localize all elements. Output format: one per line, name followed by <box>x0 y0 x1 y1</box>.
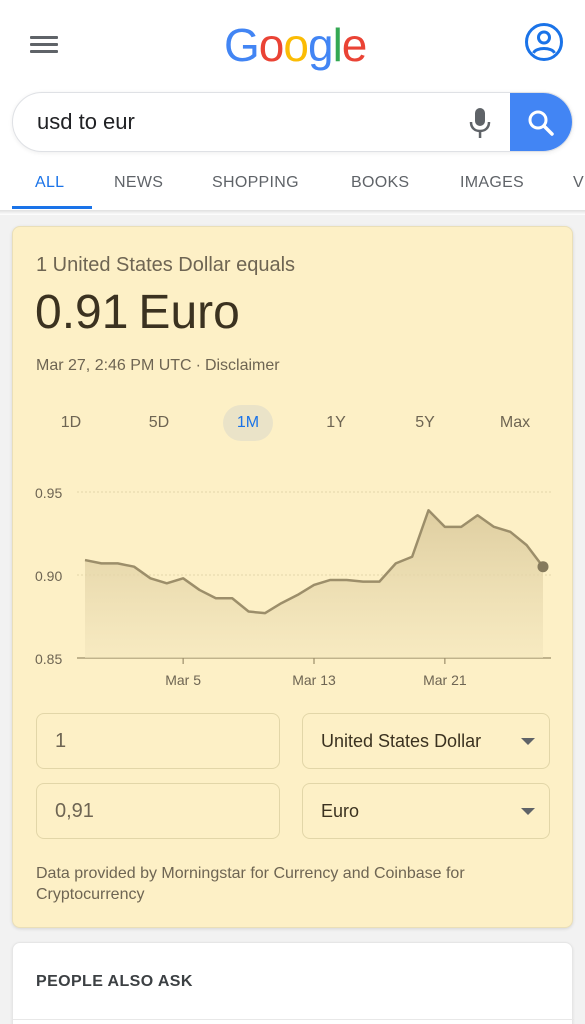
amount-from-input[interactable] <box>55 714 255 768</box>
search-button[interactable] <box>510 93 572 151</box>
conversion-result: 0.91 Euro <box>35 285 240 340</box>
logo-letter: o <box>283 19 309 71</box>
currency-to-select[interactable]: Euro <box>302 783 550 839</box>
range-max[interactable]: Max <box>491 405 539 441</box>
equals-text: 1 United States Dollar equals <box>36 254 296 276</box>
currency-converter-card: 1 United States Dollar equals 0.91 Euro M… <box>12 226 573 928</box>
tab-videos-partial[interactable]: V <box>573 174 584 192</box>
hamburger-menu-icon[interactable] <box>30 34 58 56</box>
x-tick-label: Mar 13 <box>292 672 336 688</box>
logo-letter: e <box>341 19 368 71</box>
result-currency: Euro <box>138 286 240 339</box>
search-icon <box>528 110 554 136</box>
search-input[interactable] <box>37 93 457 151</box>
tab-news[interactable]: NEWS <box>114 174 163 192</box>
top-bar-shadow <box>0 210 585 215</box>
data-attribution: Data provided by Morningstar for Currenc… <box>36 865 465 903</box>
search-box <box>12 92 573 152</box>
rate-timestamp: Mar 27, 2:46 PM UTC · Disclaimer <box>36 357 280 375</box>
logo-letter: o <box>258 19 285 71</box>
microphone-icon[interactable] <box>467 107 493 139</box>
result-value: 0.91 <box>35 286 129 339</box>
google-logo[interactable]: Google <box>224 18 368 72</box>
dropdown-caret-icon <box>521 808 535 815</box>
range-5y[interactable]: 5Y <box>401 405 449 441</box>
account-circle-icon[interactable] <box>524 22 564 62</box>
range-5d[interactable]: 5D <box>135 405 183 441</box>
range-1y[interactable]: 1Y <box>312 405 360 441</box>
dropdown-caret-icon <box>521 738 535 745</box>
range-1d[interactable]: 1D <box>47 405 95 441</box>
y-tick-label: 0.90 <box>35 568 62 584</box>
tab-books[interactable]: BOOKS <box>351 174 409 192</box>
people-also-ask-title: PEOPLE ALSO ASK <box>36 973 193 990</box>
tab-images[interactable]: IMAGES <box>460 174 524 192</box>
people-also-ask-card: PEOPLE ALSO ASK <box>12 942 574 1024</box>
range-1m[interactable]: 1M <box>223 405 273 441</box>
disclaimer-link[interactable]: Disclaimer <box>205 357 280 374</box>
logo-letter: G <box>224 19 260 71</box>
active-tab-indicator <box>12 206 92 209</box>
search-tabs: ALL NEWS SHOPPING BOOKS IMAGES V <box>0 160 585 212</box>
time-range-selector: 1D 5D 1M 1Y 5Y Max <box>13 405 574 441</box>
timestamp-text: Mar 27, 2:46 PM UTC <box>36 357 192 374</box>
currency-from-label: United States Dollar <box>321 731 482 751</box>
separator: · <box>195 357 201 374</box>
currency-to-label: Euro <box>321 801 360 821</box>
y-tick-label: 0.85 <box>35 651 62 667</box>
top-bar: Google ALL NEWS SHOPPING BOOKS <box>0 0 585 215</box>
amount-to-field[interactable] <box>36 783 280 839</box>
last-point <box>537 561 549 573</box>
exchange-rate-chart[interactable]: 0.95 0.90 0.85 Mar 5 Mar 13 Mar 21 <box>13 472 574 692</box>
currency-from-select[interactable]: United States Dollar <box>302 713 550 769</box>
logo-letter: l <box>332 19 343 71</box>
x-tick-label: Mar 5 <box>165 672 201 688</box>
x-tick-label: Mar 21 <box>423 672 467 688</box>
divider <box>13 1019 574 1020</box>
tab-all[interactable]: ALL <box>35 174 64 192</box>
tab-shopping[interactable]: SHOPPING <box>212 174 299 192</box>
amount-from-field[interactable] <box>36 713 280 769</box>
y-tick-label: 0.95 <box>35 485 62 501</box>
logo-letter: g <box>307 19 334 71</box>
amount-to-input[interactable] <box>55 784 255 838</box>
